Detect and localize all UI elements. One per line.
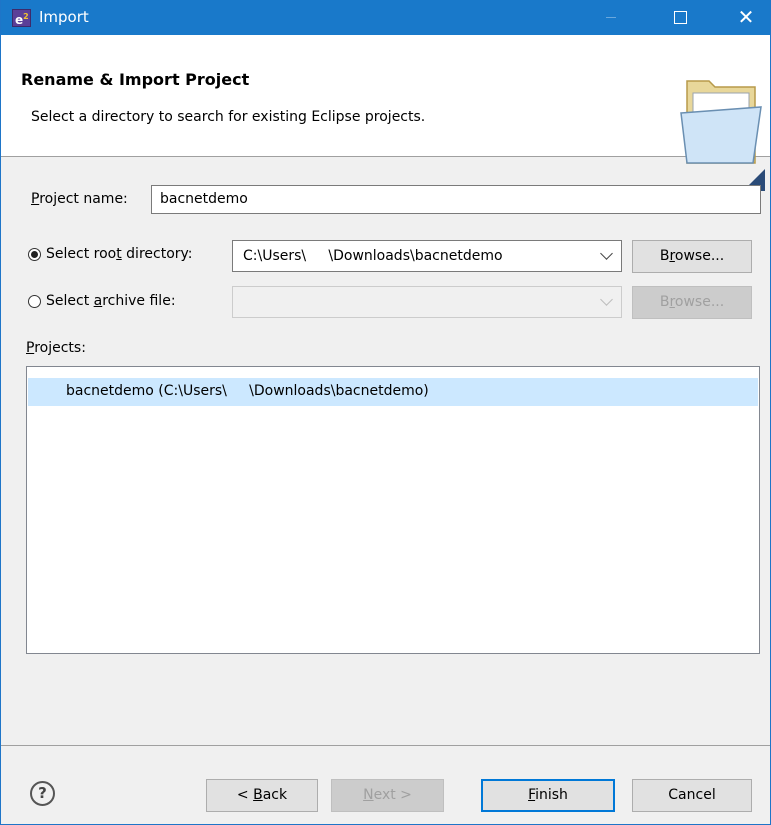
- archive-file-radio[interactable]: [28, 295, 41, 308]
- project-name-input[interactable]: bacnetdemo: [151, 185, 761, 214]
- title-bar[interactable]: e2 Import ✕: [1, 0, 770, 35]
- close-button[interactable]: ✕: [723, 0, 769, 35]
- root-directory-combo[interactable]: C:\Users\ \Downloads\bacnetdemo: [232, 240, 622, 272]
- wizard-banner: Rename & Import Project Select a directo…: [1, 35, 770, 191]
- minimize-icon: [606, 16, 616, 18]
- list-item[interactable]: bacnetdemo (C:\Users\ \Downloads\bacnetd…: [28, 378, 758, 406]
- footer-separator: [1, 745, 770, 746]
- root-directory-radio[interactable]: [28, 248, 41, 261]
- browse-archive-button[interactable]: Browse...: [632, 286, 752, 319]
- archive-file-label[interactable]: Select archive file:: [46, 293, 176, 309]
- page-description: Select a directory to search for existin…: [31, 109, 426, 125]
- chevron-down-icon: [600, 293, 613, 306]
- project-name-label: Project name:: [31, 191, 128, 207]
- window-title: Import: [39, 8, 89, 26]
- projects-label: Projects:: [26, 340, 86, 356]
- chevron-down-icon: [600, 247, 613, 260]
- help-icon[interactable]: ?: [30, 781, 55, 806]
- cancel-button[interactable]: Cancel: [632, 779, 752, 812]
- maximize-icon: [673, 10, 687, 24]
- minimize-button[interactable]: [588, 0, 634, 35]
- finish-button[interactable]: Finish: [481, 779, 615, 812]
- root-directory-label[interactable]: Select root directory:: [46, 246, 193, 262]
- projects-list[interactable]: bacnetdemo (C:\Users\ \Downloads\bacnetd…: [26, 366, 760, 654]
- archive-file-combo[interactable]: [232, 286, 622, 318]
- root-directory-value: C:\Users\ \Downloads\bacnetdemo: [243, 248, 503, 264]
- list-item-label: bacnetdemo (C:\Users\ \Downloads\bacnetd…: [66, 383, 429, 399]
- browse-directory-button[interactable]: Browse...: [632, 240, 752, 273]
- maximize-button[interactable]: [657, 0, 703, 35]
- folder-icon: [680, 80, 765, 191]
- next-button[interactable]: Next >: [331, 779, 444, 812]
- back-button[interactable]: < Back: [206, 779, 318, 812]
- eclipse-app-icon: e2: [12, 9, 31, 27]
- close-icon: ✕: [737, 5, 755, 29]
- import-dialog: e2 Import ✕ Rename & Import Project Sele…: [0, 0, 771, 825]
- page-title: Rename & Import Project: [21, 70, 250, 89]
